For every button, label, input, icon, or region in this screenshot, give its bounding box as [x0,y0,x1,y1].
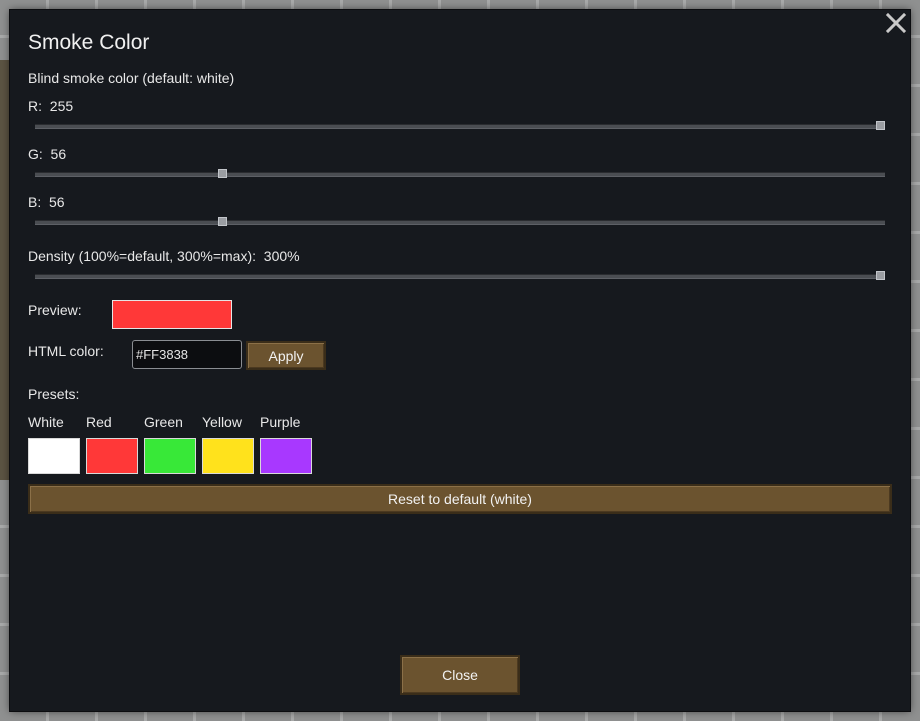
reset-default-button[interactable]: Reset to default (white) [28,484,892,514]
preview-label: Preview: [28,302,82,318]
density-slider-label: Density (100%=default, 300%=max): 300% [28,248,300,264]
preset-label-purple: Purple [260,414,301,430]
dialog-title: Smoke Color [28,31,150,54]
green-slider-label: G: 56 [28,146,67,162]
slider-track [35,274,885,279]
presets-label: Presets: [28,386,80,402]
html-color-input[interactable] [132,340,242,369]
preset-swatch-green[interactable] [144,438,196,474]
slider-thumb[interactable] [876,121,885,130]
blue-slider-label: B: 56 [28,194,65,210]
color-preview-swatch [112,300,232,329]
red-slider[interactable] [35,120,885,132]
blue-slider[interactable] [35,216,885,228]
green-slider[interactable] [35,168,885,180]
apply-button[interactable]: Apply [246,341,326,370]
density-slider[interactable] [35,270,885,282]
red-slider-label: R: 255 [28,98,74,114]
preset-label-yellow: Yellow [202,414,242,430]
preset-swatch-yellow[interactable] [202,438,254,474]
html-color-label: HTML color: [28,343,104,359]
preset-label-green: Green [144,414,183,430]
slider-track [35,220,885,225]
slider-thumb[interactable] [876,271,885,280]
slider-track [35,124,885,129]
slider-thumb[interactable] [217,169,227,178]
smoke-color-dialog: Smoke Color Blind smoke color (default: … [10,10,910,711]
preset-swatch-white[interactable] [28,438,80,474]
preset-label-white: White [28,414,64,430]
slider-thumb[interactable] [217,217,227,226]
slider-track [35,172,885,177]
preset-swatch-red[interactable] [86,438,138,474]
dialog-subtitle: Blind smoke color (default: white) [28,70,235,86]
preset-swatch-purple[interactable] [260,438,312,474]
preset-label-red: Red [86,414,112,430]
close-button[interactable]: Close [400,655,520,695]
close-icon[interactable] [885,12,907,34]
